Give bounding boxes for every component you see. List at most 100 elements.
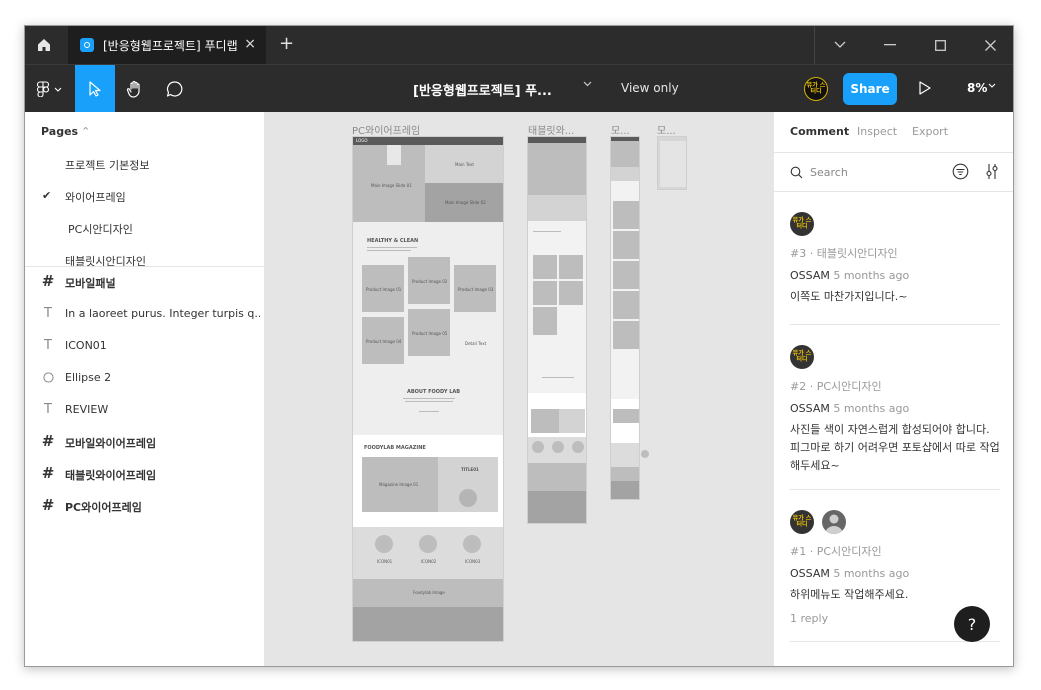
zoom-level[interactable]: 8% — [967, 81, 987, 95]
comment-tool-button[interactable] — [155, 65, 195, 113]
minimize-icon — [884, 44, 896, 46]
tab-title: [반응형웹프로젝트] 푸디랩 — [103, 38, 238, 53]
mobile-hero-text — [611, 167, 639, 181]
title-bar: [반응형웹프로젝트] 푸디랩 × + — [25, 26, 1013, 64]
layer-name: 태블릿와이어프레임 — [65, 469, 157, 482]
mobile-panel-frame[interactable] — [657, 136, 687, 190]
search-divider — [774, 191, 1013, 192]
avatar: 뮤가 스터디 — [790, 510, 814, 534]
move-tool-button[interactable] — [75, 65, 115, 113]
frame-icon: # — [41, 272, 55, 290]
page-item-pc-design[interactable]: PC시안디자인 — [68, 221, 133, 237]
home-button[interactable] — [25, 26, 63, 64]
figma-window: [반응형웹프로젝트] 푸디랩 × + [반응형웹프로젝트] 푸... View … — [24, 25, 1014, 667]
layer-name: REVIEW — [65, 403, 109, 416]
comment-author-name: OSSAM — [790, 567, 830, 580]
filter-icon[interactable] — [952, 163, 969, 180]
pc-magazine-text-title: TITLE01 — [461, 467, 479, 472]
pages-header[interactable]: Pages ⌃ — [41, 125, 90, 138]
pc-magazine-image-label: Magazine Image 01 — [379, 482, 419, 487]
figma-file-icon — [80, 38, 94, 52]
minimize-button[interactable] — [865, 26, 915, 64]
pc-icon-circle — [419, 535, 437, 553]
tab-comment[interactable]: Comment — [790, 125, 849, 138]
mobile-wireframe-frame[interactable] — [610, 136, 640, 500]
tablet-wireframe-frame[interactable] — [527, 136, 587, 524]
new-tab-icon[interactable]: + — [279, 33, 294, 54]
tablet-product — [533, 255, 557, 279]
layer-item[interactable]: T ICON01 — [25, 334, 265, 358]
comment-search-input[interactable] — [810, 162, 940, 182]
layer-item[interactable]: T REVIEW — [25, 398, 265, 422]
comment-author: OSSAM 5 months ago — [790, 567, 909, 580]
tab-export[interactable]: Export — [912, 125, 948, 138]
pc-hero-text-label: Main Text — [455, 162, 474, 167]
check-icon: ✔ — [42, 189, 52, 202]
tablet-product — [559, 281, 583, 305]
maximize-icon — [934, 39, 946, 51]
pc-about-title: ABOUT FOODY LAB — [407, 389, 461, 395]
pc-product-label: Product Image 01 — [366, 287, 402, 292]
reply-count[interactable]: 1 reply — [790, 612, 828, 625]
figma-logo-icon — [36, 81, 49, 97]
frame-label-tablet[interactable]: 태블릿와... — [528, 122, 574, 137]
pc-foot-image-label: Foodylab Image — [413, 590, 445, 595]
layer-item[interactable]: # PC와이어프레임 — [25, 494, 265, 518]
page-item-project-info[interactable]: 프로젝트 기본정보 — [65, 157, 149, 173]
hand-tool-button[interactable] — [115, 65, 155, 113]
frame-label-pc[interactable]: PC와이어프레임 — [352, 122, 420, 137]
pc-product-label: Product Image 02 — [412, 279, 448, 284]
layer-item[interactable]: Ellipse 2 — [25, 366, 265, 390]
tab-inspect[interactable]: Inspect — [857, 125, 897, 138]
maximize-button[interactable] — [915, 26, 965, 64]
close-window-button[interactable] — [965, 26, 1013, 64]
avatar: 뮤가 스터디 — [790, 345, 814, 369]
avatar: 뮤가 스터디 — [790, 212, 814, 236]
pc-icon-label: ICON03 — [465, 559, 481, 564]
frame-label-mobile[interactable]: 모... — [611, 122, 630, 137]
canvas[interactable]: PC와이어프레임 태블릿와... 모... 모... LOGO Main Ima… — [265, 112, 773, 666]
hand-icon — [126, 80, 140, 98]
tabs-dropdown-button[interactable] — [815, 26, 865, 64]
mobile-hero — [611, 141, 639, 167]
layer-item[interactable]: # 태블릿와이어프레임 — [25, 462, 265, 486]
close-icon — [984, 39, 996, 51]
mobile-icons — [611, 443, 639, 467]
file-title[interactable]: [반응형웹프로젝트] 푸... — [413, 80, 552, 99]
pc-product-label: Product Image 03 — [458, 287, 494, 292]
chevron-down-icon[interactable] — [988, 83, 996, 88]
present-play-icon[interactable] — [918, 80, 932, 96]
layer-item[interactable]: # 모바일와이어프레임 — [25, 430, 265, 454]
tablet-footer — [528, 491, 586, 523]
sliders-icon[interactable] — [984, 163, 1000, 180]
tablet-product — [533, 281, 557, 305]
mobile-product — [613, 231, 639, 259]
chevron-up-icon: ⌃ — [81, 125, 91, 138]
comment-page: #1 · PC시안디자인 — [790, 545, 882, 558]
layer-item[interactable]: T In a laoreet purus. Integer turpis q... — [25, 302, 265, 326]
tabs-divider — [774, 152, 1013, 153]
pc-icon-label: ICON01 — [377, 559, 393, 564]
frame-label-mobile-panel[interactable]: 모... — [657, 122, 676, 137]
comment-time: 5 months ago — [833, 567, 910, 580]
pc-icon-circle — [463, 535, 481, 553]
user-avatar[interactable]: 뮤가 스터디 — [804, 77, 828, 101]
help-button[interactable]: ? — [954, 606, 990, 642]
text-line — [367, 247, 417, 248]
pc-product-label: Product Image 04 — [366, 339, 402, 344]
mobile-panel-menu — [660, 141, 686, 187]
share-button[interactable]: Share — [843, 73, 897, 105]
page-item-wireframe[interactable]: 와이어프레임 — [65, 189, 126, 205]
chevron-down-icon[interactable] — [583, 81, 592, 87]
text-icon: T — [44, 305, 52, 321]
view-only-label: View only — [621, 81, 679, 95]
mobile-product — [613, 261, 639, 289]
comment-text: 사진들 색이 자연스럽게 합성되어야 합니다. 피그마로 하기 어려우면 포토샵… — [790, 423, 1000, 472]
main-menu-button[interactable] — [25, 65, 73, 113]
mobile-extra-circle — [641, 450, 649, 458]
layer-item[interactable]: # 모바일패널 — [25, 270, 265, 294]
close-tab-icon[interactable]: × — [244, 36, 256, 52]
pc-wireframe-frame[interactable]: LOGO Main Image Slide 01 Main Text Main … — [352, 136, 504, 642]
file-tab[interactable]: [반응형웹프로젝트] 푸디랩 × — [68, 26, 266, 64]
mobile-footer — [611, 481, 639, 499]
